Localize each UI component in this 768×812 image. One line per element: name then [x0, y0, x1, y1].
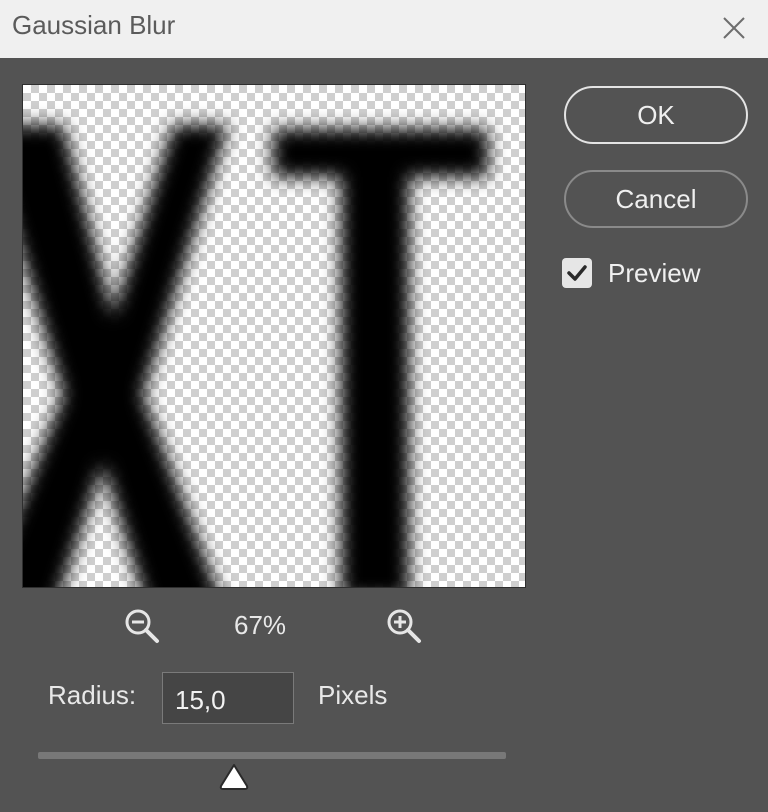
- blurred-letter-t: [273, 129, 488, 587]
- dialog-title: Gaussian Blur: [12, 10, 176, 40]
- ok-button[interactable]: OK: [564, 86, 748, 144]
- preview-checkbox[interactable]: [562, 258, 592, 288]
- preview-toggle[interactable]: Preview: [562, 256, 700, 290]
- cancel-button[interactable]: Cancel: [564, 170, 748, 228]
- close-icon[interactable]: [712, 6, 756, 50]
- radius-slider-thumb[interactable]: [218, 762, 250, 792]
- zoom-level: 67%: [234, 610, 287, 640]
- radius-slider-track[interactable]: [38, 752, 506, 759]
- zoom-in-icon[interactable]: [382, 604, 426, 648]
- title-bar: Gaussian Blur: [0, 0, 768, 58]
- checkmark-icon: [567, 265, 587, 281]
- zoom-controls: 67%: [120, 602, 430, 648]
- radius-label: Radius:: [48, 680, 137, 710]
- preview-canvas[interactable]: [22, 84, 526, 588]
- preview-label: Preview: [608, 257, 701, 288]
- blurred-letter-x: [23, 125, 228, 587]
- radius-unit-label: Pixels: [318, 680, 388, 710]
- zoom-out-icon[interactable]: [120, 604, 164, 648]
- radius-input[interactable]: 15,0: [162, 672, 294, 724]
